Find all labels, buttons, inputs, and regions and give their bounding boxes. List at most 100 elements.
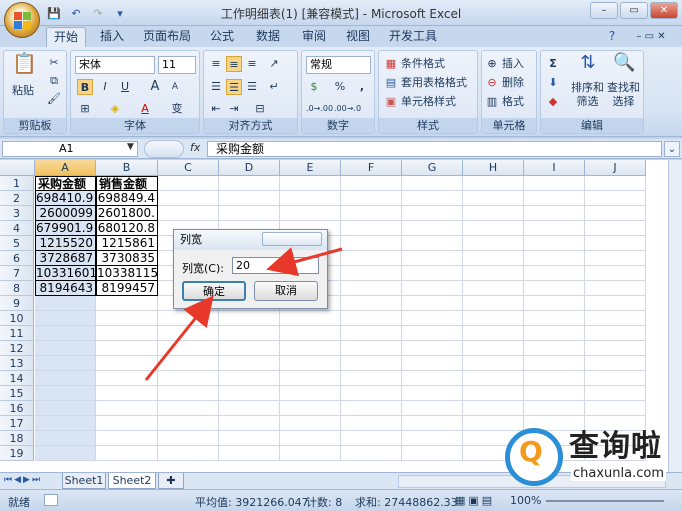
cell[interactable]: [280, 401, 341, 416]
cell[interactable]: [158, 401, 219, 416]
autosum-button[interactable]: Σ: [545, 56, 561, 72]
cell[interactable]: [219, 416, 280, 431]
cell[interactable]: [280, 341, 341, 356]
cell[interactable]: [341, 401, 402, 416]
conditional-format-button[interactable]: 条件格式: [401, 56, 445, 72]
cell[interactable]: [158, 356, 219, 371]
cell[interactable]: [585, 341, 646, 356]
cell[interactable]: [585, 281, 646, 296]
insert-cells-button[interactable]: 插入: [502, 56, 524, 72]
cell[interactable]: [524, 326, 585, 341]
grow-font-button[interactable]: A: [147, 79, 163, 95]
cell[interactable]: [219, 431, 280, 446]
cell[interactable]: 8199457: [96, 281, 158, 296]
cell[interactable]: 698849.4: [96, 191, 158, 206]
align-bottom-icon[interactable]: ≡: [244, 56, 260, 72]
cell[interactable]: [524, 206, 585, 221]
cell[interactable]: [585, 266, 646, 281]
row-header[interactable]: 8: [0, 281, 34, 296]
cell[interactable]: [402, 191, 463, 206]
cell[interactable]: [158, 431, 219, 446]
cell[interactable]: [35, 326, 96, 341]
underline-button[interactable]: U: [117, 79, 133, 95]
row-header[interactable]: 15: [0, 386, 34, 401]
cell[interactable]: [524, 251, 585, 266]
ribbon-window-controls[interactable]: – ▭ ✕: [626, 27, 676, 47]
cell[interactable]: [524, 341, 585, 356]
cell[interactable]: [341, 326, 402, 341]
cell[interactable]: 10338115: [96, 266, 158, 281]
cell[interactable]: [341, 386, 402, 401]
format-cells-button[interactable]: 格式: [502, 94, 524, 110]
cell[interactable]: [158, 446, 219, 461]
cell[interactable]: [96, 356, 158, 371]
cell[interactable]: [219, 446, 280, 461]
row-header[interactable]: 1: [0, 176, 34, 191]
row-header[interactable]: 17: [0, 416, 34, 431]
cell[interactable]: [463, 356, 524, 371]
paste-icon[interactable]: 📋: [12, 53, 37, 81]
format-as-table-button[interactable]: 套用表格格式: [401, 75, 467, 91]
row-header[interactable]: 12: [0, 341, 34, 356]
column-header[interactable]: A: [35, 160, 96, 176]
cell[interactable]: [96, 386, 158, 401]
cell[interactable]: [219, 191, 280, 206]
cell[interactable]: [219, 356, 280, 371]
cell[interactable]: [280, 311, 341, 326]
clear-icon[interactable]: ◆: [545, 94, 561, 110]
cell[interactable]: [585, 401, 646, 416]
help-icon[interactable]: ?: [604, 27, 620, 47]
cell[interactable]: 采购金额: [35, 176, 96, 191]
cell[interactable]: [463, 281, 524, 296]
decrease-decimal-icon[interactable]: .00→.0: [334, 101, 361, 117]
cell[interactable]: [158, 341, 219, 356]
cell[interactable]: [463, 326, 524, 341]
cell[interactable]: [219, 206, 280, 221]
cell[interactable]: [585, 311, 646, 326]
row-header[interactable]: 3: [0, 206, 34, 221]
cell[interactable]: [158, 386, 219, 401]
tab-review[interactable]: 审阅: [296, 27, 332, 47]
cell[interactable]: [402, 221, 463, 236]
cell[interactable]: [524, 371, 585, 386]
cell[interactable]: [35, 401, 96, 416]
cell[interactable]: [524, 356, 585, 371]
align-left-icon[interactable]: ☰: [208, 79, 224, 95]
align-center-icon[interactable]: ☰: [226, 79, 242, 95]
cell[interactable]: [35, 296, 96, 311]
cell[interactable]: [96, 326, 158, 341]
cell[interactable]: [219, 386, 280, 401]
sort-filter-button[interactable]: 排序和 筛选: [571, 81, 604, 109]
tab-view[interactable]: 视图: [340, 27, 376, 47]
cell[interactable]: [341, 236, 402, 251]
select-all-corner[interactable]: [0, 160, 35, 176]
zoom-level[interactable]: 100%: [510, 494, 541, 507]
cell[interactable]: [402, 236, 463, 251]
cell[interactable]: [219, 326, 280, 341]
column-header[interactable]: G: [402, 160, 463, 176]
cell[interactable]: [280, 446, 341, 461]
cell[interactable]: [402, 251, 463, 266]
row-header[interactable]: 4: [0, 221, 34, 236]
merge-center-icon[interactable]: ⊟: [252, 101, 268, 117]
tab-formulas[interactable]: 公式: [204, 27, 240, 47]
cell[interactable]: [341, 371, 402, 386]
cell[interactable]: [35, 446, 96, 461]
cell[interactable]: [341, 266, 402, 281]
cell[interactable]: [463, 221, 524, 236]
row-header[interactable]: 9: [0, 296, 34, 311]
cell[interactable]: [402, 266, 463, 281]
cell[interactable]: [158, 176, 219, 191]
row-header[interactable]: 16: [0, 401, 34, 416]
cell[interactable]: [585, 221, 646, 236]
cell[interactable]: [585, 326, 646, 341]
cell[interactable]: [402, 446, 463, 461]
shrink-font-button[interactable]: A: [167, 79, 183, 95]
cell[interactable]: [585, 191, 646, 206]
cell[interactable]: [524, 191, 585, 206]
row-header[interactable]: 5: [0, 236, 34, 251]
comma-button[interactable]: ,: [354, 79, 370, 95]
cell[interactable]: [341, 176, 402, 191]
paste-button[interactable]: 粘贴: [12, 83, 34, 99]
cell[interactable]: [463, 401, 524, 416]
